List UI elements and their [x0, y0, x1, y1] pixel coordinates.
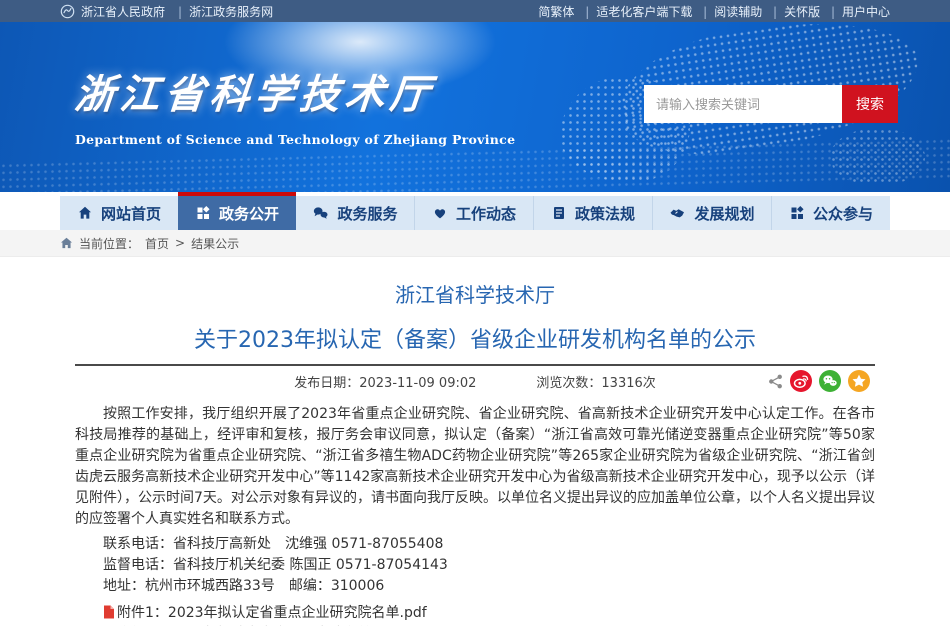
nav-item-label: 政务服务 — [337, 203, 397, 224]
handshake-icon — [669, 205, 686, 221]
article-paragraph: 按照工作安排，我厅组织开展了2023年省重点企业研究院、省企业研究院、省高新技术… — [75, 404, 875, 530]
qzone-star-icon[interactable] — [848, 370, 870, 392]
pdf-icon — [103, 605, 115, 619]
publish-date: 发布日期：2023-11-09 09:02 — [294, 372, 476, 391]
nav-item-label: 发展规划 — [694, 203, 754, 224]
topbar-link-reading-aid[interactable]: 阅读辅助 — [696, 5, 762, 19]
breadcrumb-separator: > — [175, 236, 185, 250]
topbar-link-elderly-client-download[interactable]: 适老化客户端下载 — [578, 5, 692, 19]
contact-phone: 联系电话：省科技厅高新处 沈维强 0571-87055408 — [75, 534, 875, 555]
heart-icon — [432, 205, 448, 221]
home-icon — [77, 205, 93, 221]
nav-item-label: 网站首页 — [101, 203, 161, 224]
nav-item-gov-info-disclosure[interactable]: 政务公开 — [178, 192, 296, 230]
article-body: 按照工作安排，我厅组织开展了2023年省重点企业研究院、省企业研究院、省高新技术… — [75, 404, 875, 626]
topbar-link-user-center[interactable]: 用户中心 — [824, 5, 890, 19]
squares-icon — [195, 205, 211, 221]
topbar-link-service-portal[interactable]: 浙江政务服务网 — [171, 3, 273, 20]
nav-item-label: 政策法规 — [575, 203, 635, 224]
breadcrumb-home-link[interactable]: 首页 — [145, 235, 169, 252]
nav-item-development-planning[interactable]: 发展规划 — [652, 196, 771, 230]
banner: 浙江省科学技术厅 Department of Science and Techn… — [0, 22, 950, 192]
breadcrumb: 当前位置： 首页 > 结果公示 — [60, 230, 890, 256]
article-title-organization: 浙江省科学技术厅 — [75, 279, 875, 308]
squares-icon — [789, 205, 805, 221]
search-button[interactable]: 搜索 — [842, 85, 898, 123]
share-icon[interactable] — [768, 374, 783, 389]
home-icon — [60, 237, 73, 249]
topbar: 浙江省人民政府 浙江政务服务网 简繁体 适老化客户端下载 阅读辅助 关怀版 用户… — [0, 0, 950, 22]
attachment-link[interactable]: 附件1：2023年拟认定省重点企业研究院名单.pdf — [75, 603, 875, 624]
breadcrumb-strip: 当前位置： 首页 > 结果公示 — [0, 230, 950, 257]
site-brand: 浙江省科学技术厅 Department of Science and Techn… — [75, 62, 515, 147]
zhejiang-gov-logo-icon — [60, 4, 75, 19]
weibo-icon[interactable] — [790, 370, 812, 392]
breadcrumb-current: 结果公示 — [191, 235, 239, 252]
document-icon — [551, 205, 567, 221]
topbar-link-care-version[interactable]: 关怀版 — [766, 5, 820, 19]
nav-item-public-participation[interactable]: 公众参与 — [771, 196, 890, 230]
nav-item-site-home[interactable]: 网站首页 — [60, 196, 178, 230]
topbar-link-provincial-gov[interactable]: 浙江省人民政府 — [81, 3, 165, 20]
nav-item-work-updates[interactable]: 工作动态 — [414, 196, 533, 230]
nav-item-label: 工作动态 — [456, 203, 516, 224]
chat-bubbles-icon — [312, 205, 329, 221]
main-nav: 网站首页 政务公开 政务服务 工作动态 政策法规 — [0, 192, 950, 230]
wechat-icon[interactable] — [819, 370, 841, 392]
article-meta: 发布日期：2023-11-09 09:02 浏览次数：13316次 — [75, 366, 875, 396]
nav-item-label: 公众参与 — [813, 203, 873, 224]
article-page: 浙江省科学技术厅 关于2023年拟认定（备案）省级企业研发机构名单的公示 发布日… — [60, 257, 890, 626]
nav-item-policies-regulations[interactable]: 政策法规 — [533, 196, 652, 230]
address-line: 地址：杭州市环城西路33号 邮编：310006 — [75, 576, 875, 597]
supervision-phone: 监督电话：省科技厅机关纪委 陈国正 0571-87054143 — [75, 555, 875, 576]
attachment-list: 附件1：2023年拟认定省重点企业研究院名单.pdf 附件2：2023年拟认定省… — [75, 603, 875, 626]
article-title: 关于2023年拟认定（备案）省级企业研发机构名单的公示 — [75, 322, 875, 354]
share-toolbar — [768, 370, 870, 392]
breadcrumb-prefix: 当前位置： — [79, 235, 139, 252]
nav-item-gov-services[interactable]: 政务服务 — [296, 196, 414, 230]
search-input[interactable] — [644, 85, 842, 123]
site-title: 浙江省科学技术厅 — [72, 62, 517, 120]
view-count: 浏览次数：13316次 — [536, 372, 655, 391]
site-subtitle-english: Department of Science and Technology of … — [75, 132, 515, 147]
topbar-link-simplified-traditional[interactable]: 简繁体 — [538, 5, 574, 19]
nav-item-label: 政务公开 — [219, 203, 279, 224]
search-bar: 搜索 — [644, 85, 898, 123]
